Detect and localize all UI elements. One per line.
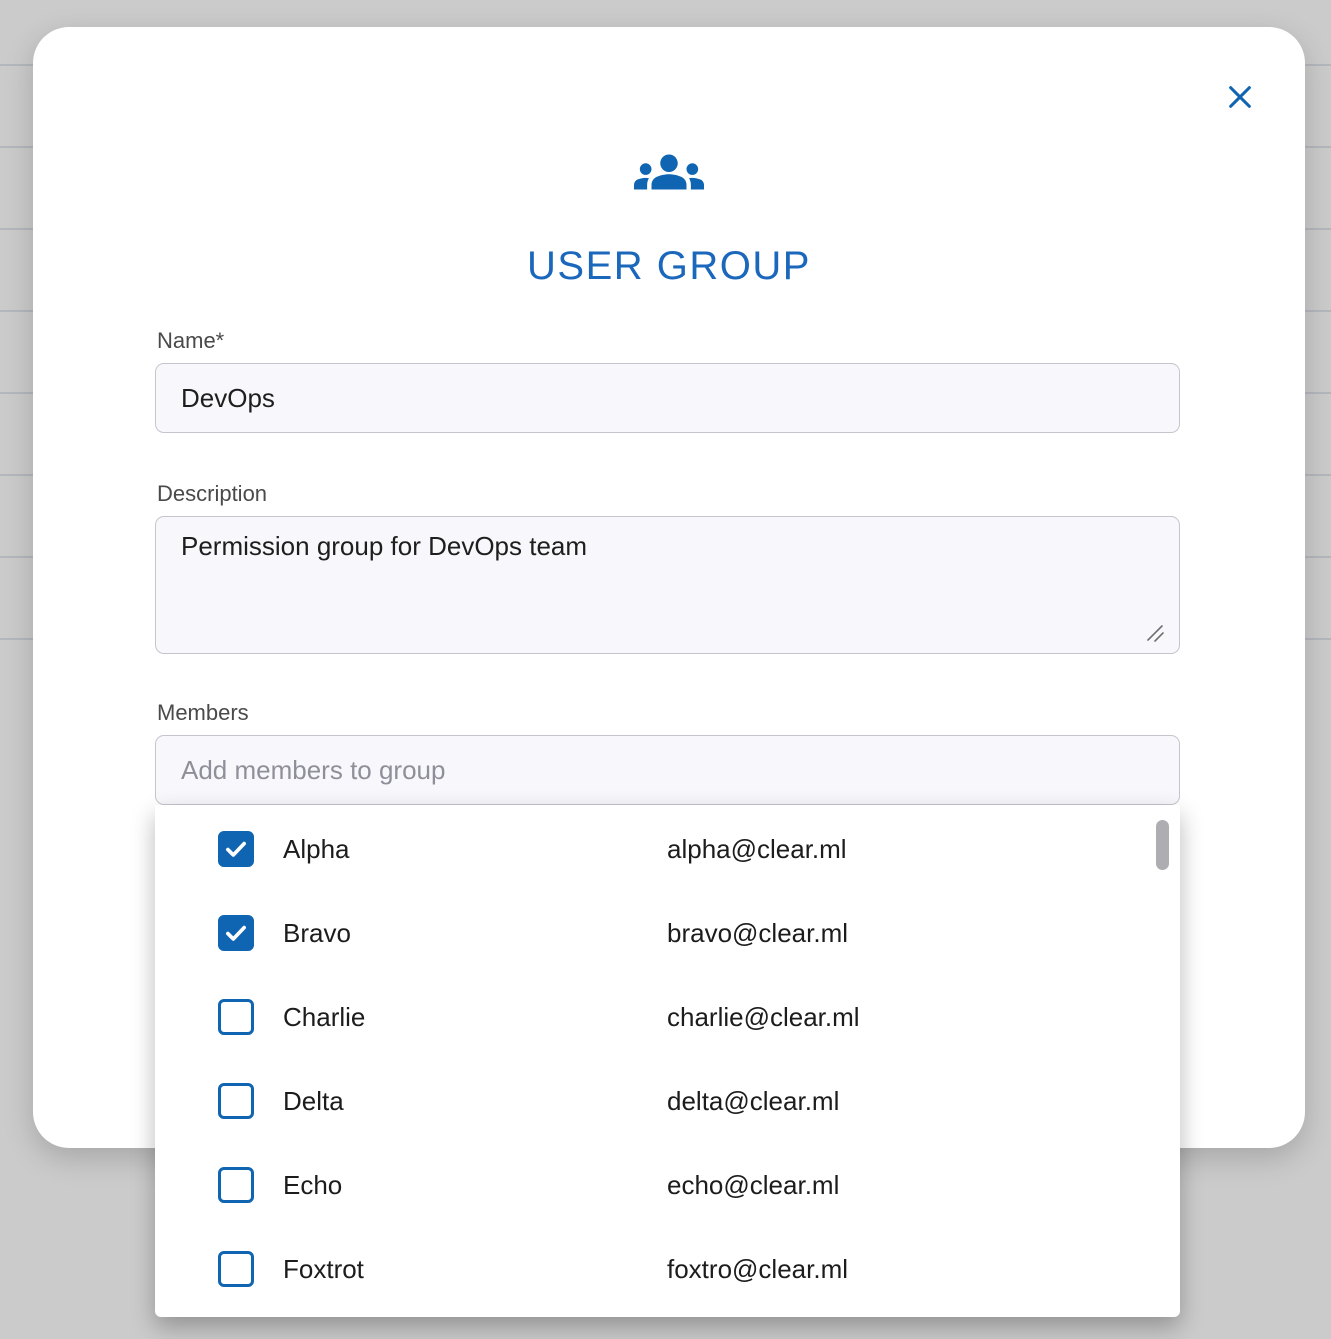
member-checkbox[interactable] xyxy=(218,1167,254,1203)
member-checkbox[interactable] xyxy=(218,915,254,951)
close-icon xyxy=(1226,83,1254,111)
member-email: bravo@clear.ml xyxy=(667,918,848,949)
dialog-title: USER GROUP xyxy=(527,244,811,289)
scrollbar-thumb[interactable] xyxy=(1156,820,1169,870)
list-item[interactable]: Delta delta@clear.ml xyxy=(155,1059,1180,1143)
members-list: Alpha alpha@clear.ml Bravo bravo@clear.m… xyxy=(155,807,1180,1311)
member-email: charlie@clear.ml xyxy=(667,1002,860,1033)
members-dropdown: Alpha alpha@clear.ml Bravo bravo@clear.m… xyxy=(155,805,1180,1317)
list-item[interactable]: Charlie charlie@clear.ml xyxy=(155,975,1180,1059)
name-label: Name* xyxy=(157,326,1180,355)
members-label: Members xyxy=(157,698,1180,727)
member-name: Foxtrot xyxy=(283,1254,667,1285)
list-item[interactable]: Alpha alpha@clear.ml xyxy=(155,807,1180,891)
list-item[interactable]: Echo echo@clear.ml xyxy=(155,1143,1180,1227)
group-icon xyxy=(634,137,704,212)
member-name: Charlie xyxy=(283,1002,667,1033)
member-name: Delta xyxy=(283,1086,667,1117)
member-name: Bravo xyxy=(283,918,667,949)
members-search-input[interactable] xyxy=(155,735,1180,805)
member-checkbox[interactable] xyxy=(218,1083,254,1119)
user-group-form: Name* Description Permission group for D… xyxy=(155,326,1180,805)
description-textarea[interactable]: Permission group for DevOps team xyxy=(155,516,1180,654)
member-checkbox[interactable] xyxy=(218,999,254,1035)
member-name: Alpha xyxy=(283,834,667,865)
description-label: Description xyxy=(157,479,1180,508)
member-name: Echo xyxy=(283,1170,667,1201)
member-checkbox[interactable] xyxy=(218,831,254,867)
member-email: foxtro@clear.ml xyxy=(667,1254,848,1285)
member-email: echo@clear.ml xyxy=(667,1170,839,1201)
user-group-dialog: USER GROUP Name* Description Permission … xyxy=(33,27,1305,1148)
list-item[interactable]: Foxtrot foxtro@clear.ml xyxy=(155,1227,1180,1311)
name-input[interactable] xyxy=(155,363,1180,433)
dialog-header: USER GROUP xyxy=(33,137,1305,289)
list-item[interactable]: Bravo bravo@clear.ml xyxy=(155,891,1180,975)
member-email: delta@clear.ml xyxy=(667,1086,839,1117)
member-checkbox[interactable] xyxy=(218,1251,254,1287)
member-email: alpha@clear.ml xyxy=(667,834,847,865)
close-button[interactable] xyxy=(1225,82,1255,112)
checkmark-icon xyxy=(223,920,249,946)
checkmark-icon xyxy=(223,836,249,862)
